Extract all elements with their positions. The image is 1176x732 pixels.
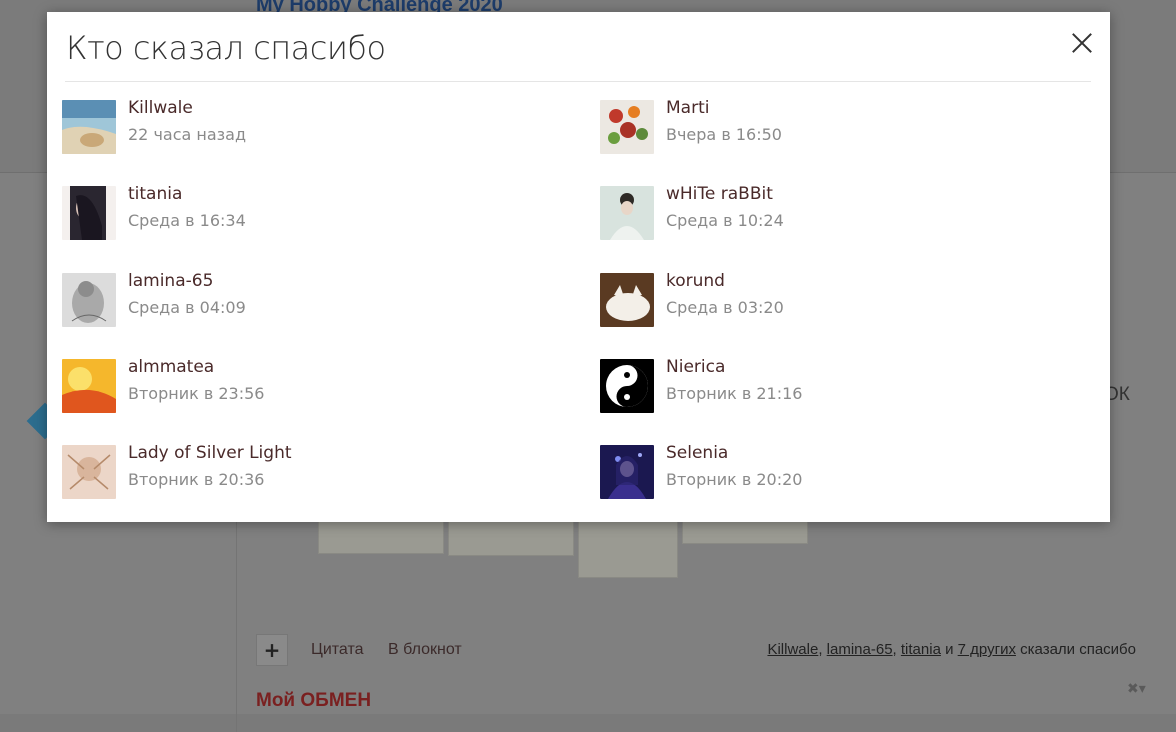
user-entry: titania Среда в 16:34: [62, 184, 542, 246]
thanks-user-link[interactable]: lamina-65: [827, 641, 893, 658]
user-time: 22 часа назад: [128, 125, 247, 144]
thanks-others-link[interactable]: 7 других: [958, 641, 1016, 658]
user-name-link[interactable]: Lady of Silver Light: [128, 443, 292, 463]
post-thumbnail[interactable]: [448, 520, 574, 556]
flowers-avatar-icon: [600, 100, 654, 154]
thanks-user-link[interactable]: Killwale: [767, 641, 818, 658]
user-time: Среда в 04:09: [128, 298, 246, 317]
user-avatar[interactable]: [62, 445, 116, 499]
beach-avatar-icon: [62, 100, 116, 154]
user-avatar[interactable]: [62, 359, 116, 413]
section-title: Мой ОБМЕН: [256, 690, 372, 711]
portrait-avatar-icon: [62, 186, 116, 240]
user-time: Вторник в 20:36: [128, 470, 265, 489]
thanks-suffix: сказали спасибо: [1020, 641, 1136, 658]
post-thumbnail[interactable]: [578, 520, 678, 578]
user-name-link[interactable]: Killwale: [128, 98, 193, 118]
user-avatar[interactable]: [62, 273, 116, 327]
user-name-link[interactable]: Nierica: [666, 357, 725, 377]
user-name-link[interactable]: titania: [128, 184, 182, 204]
yin-yang-cat-avatar-icon: [600, 359, 654, 413]
fairy-avatar-icon: [62, 445, 116, 499]
user-time: Вторник в 21:16: [666, 384, 803, 403]
modal-divider: [65, 81, 1091, 82]
cat-avatar-icon: [600, 273, 654, 327]
user-avatar[interactable]: [62, 100, 116, 154]
user-avatar[interactable]: [62, 186, 116, 240]
sunset-avatar-icon: [62, 359, 116, 413]
user-name-link[interactable]: lamina-65: [128, 271, 213, 291]
user-name-link[interactable]: korund: [666, 271, 725, 291]
plus-button[interactable]: +: [256, 634, 288, 666]
sketch-avatar-icon: [62, 273, 116, 327]
user-entry: wHiTe raBBit Среда в 10:24: [600, 184, 1080, 246]
user-time: Среда в 03:20: [666, 298, 784, 317]
user-entry: Nierica Вторник в 21:16: [600, 357, 1080, 419]
thanks-summary: Killwale, lamina-65, titania и 7 других …: [767, 641, 1136, 658]
user-avatar[interactable]: [600, 186, 654, 240]
post-thumbnail[interactable]: [318, 520, 444, 554]
user-time: Вторник в 23:56: [128, 384, 265, 403]
thanks-user-link[interactable]: titania: [901, 641, 941, 658]
user-entry: Killwale 22 часа назад: [62, 98, 542, 160]
close-dropdown-icon[interactable]: ✖▾: [1127, 681, 1146, 697]
user-avatar[interactable]: [600, 359, 654, 413]
user-name-link[interactable]: Selenia: [666, 443, 728, 463]
user-avatar[interactable]: [600, 273, 654, 327]
user-name-link[interactable]: Marti: [666, 98, 709, 118]
thanks-separator: ,: [818, 641, 823, 658]
user-avatar[interactable]: [600, 445, 654, 499]
user-time: Среда в 16:34: [128, 211, 246, 230]
user-entry: Marti Вчера в 16:50: [600, 98, 1080, 160]
user-entry: Lady of Silver Light Вторник в 20:36: [62, 443, 542, 505]
user-time: Вторник в 20:20: [666, 470, 803, 489]
user-entry: lamina-65 Среда в 04:09: [62, 271, 542, 333]
user-name-link[interactable]: almmatea: [128, 357, 214, 377]
user-avatar[interactable]: [600, 100, 654, 154]
user-time: Вчера в 16:50: [666, 125, 782, 144]
user-entry: Selenia Вторник в 20:20: [600, 443, 1080, 505]
user-name-link[interactable]: wHiTe raBBit: [666, 184, 773, 204]
thanks-separator: ,: [892, 641, 897, 658]
user-entry: almmatea Вторник в 23:56: [62, 357, 542, 419]
quote-link[interactable]: Цитата: [311, 641, 364, 659]
lady-avatar-icon: [600, 186, 654, 240]
post-thumbnail[interactable]: [682, 520, 808, 544]
anime-avatar-icon: [600, 445, 654, 499]
user-entry: korund Среда в 03:20: [600, 271, 1080, 333]
post-actions: + Цитата В блокнот Killwale, lamina-65, …: [256, 634, 1156, 666]
modal-title: Кто сказал спасибо: [66, 29, 386, 67]
notebook-link[interactable]: В блокнот: [388, 641, 462, 659]
close-icon[interactable]: [1069, 30, 1095, 56]
thanks-and: и: [945, 641, 954, 658]
thanks-modal: Кто сказал спасибо Killwale 22 часа наза…: [47, 12, 1110, 522]
user-time: Среда в 10:24: [666, 211, 784, 230]
